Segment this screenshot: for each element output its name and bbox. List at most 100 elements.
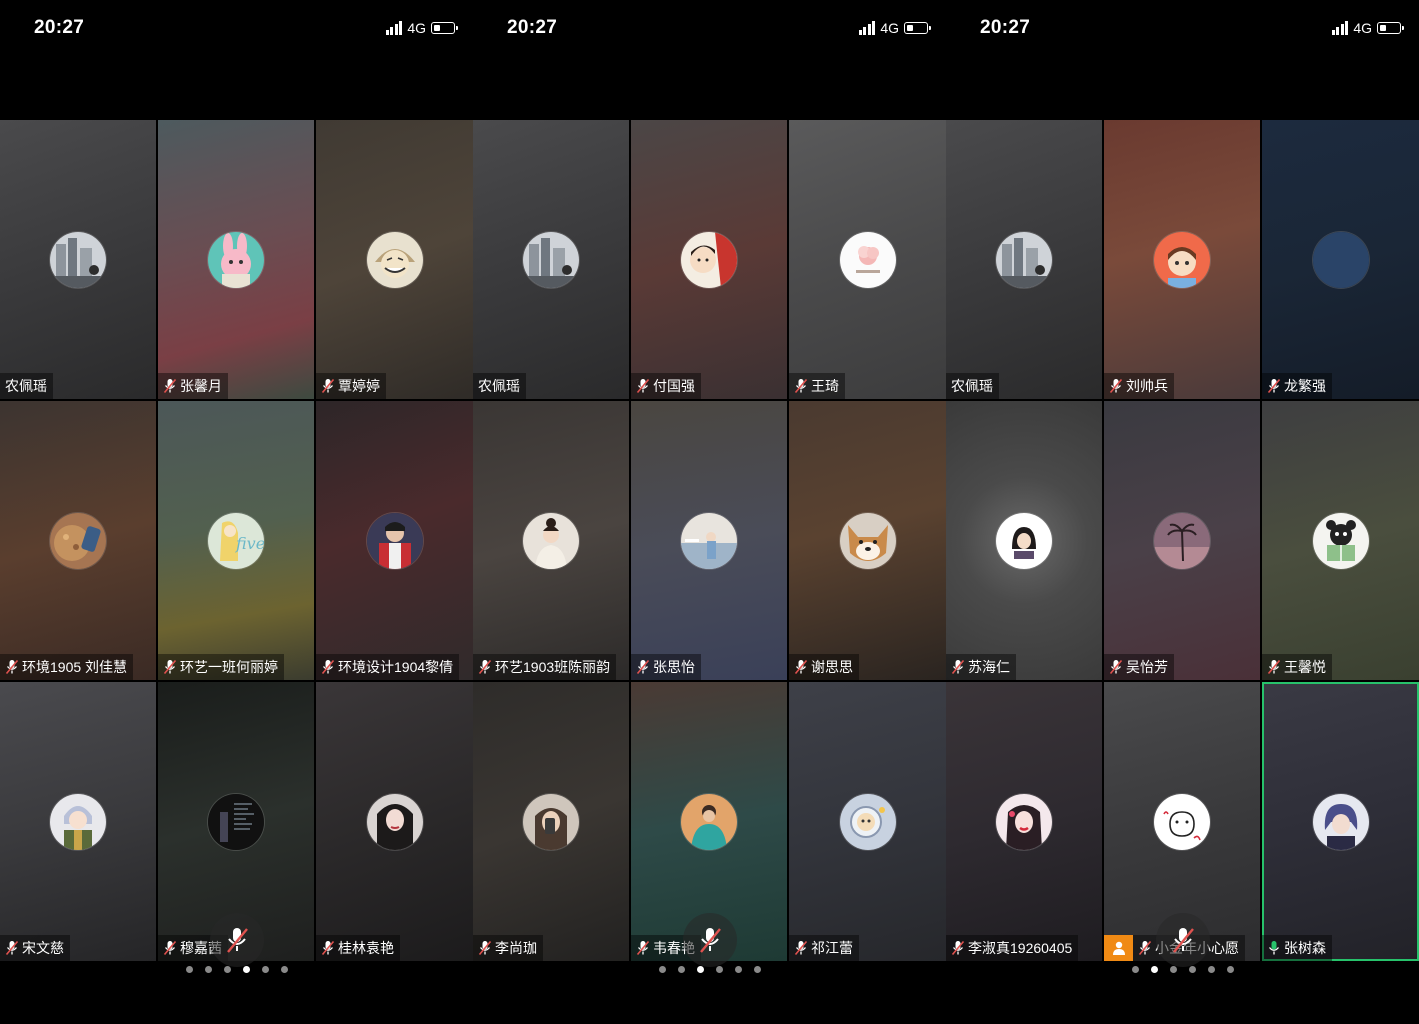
participant-tile[interactable]: 苏海仁 (946, 401, 1102, 680)
avatar (681, 793, 737, 850)
mic-muted-icon (1109, 378, 1123, 394)
participant-tile[interactable]: 农佩瑶 (946, 120, 1102, 399)
participant-tile[interactable]: 李尚珈 (473, 682, 629, 961)
mic-muted-icon (163, 940, 177, 956)
svg-text:five: five (235, 534, 264, 553)
participant-tile[interactable]: 王琦 (789, 120, 946, 399)
participant-name-label: 张树森 (1262, 935, 1332, 961)
avatar (1312, 512, 1369, 569)
status-time: 20:27 (507, 17, 558, 38)
avatar (996, 793, 1052, 850)
avatar (50, 231, 106, 288)
avatar (208, 793, 264, 850)
page-dot-active[interactable] (1150, 966, 1158, 973)
battery-icon (904, 22, 931, 34)
mic-muted-icon (1109, 659, 1123, 675)
participant-tile[interactable]: 农佩瑶 (473, 120, 629, 399)
participant-tile[interactable]: 环艺1903班陈丽韵 (473, 401, 629, 680)
page-dot[interactable] (677, 966, 685, 973)
page-dot[interactable] (715, 966, 723, 973)
participant-grid: 农佩瑶 付国强 王琦 环艺1903班陈丽韵 张思怡 谢思思 李尚珈 韦春艳 祁江… (473, 120, 946, 961)
network-type: 4G (1353, 20, 1372, 36)
signal-icon (858, 21, 876, 35)
participant-tile[interactable]: five 环艺一班何丽婷 (158, 401, 314, 680)
participant-name-label: 谢思思 (789, 654, 859, 680)
mute-toggle-button[interactable] (210, 913, 264, 967)
participant-name: 覃婷婷 (338, 378, 380, 394)
page-indicator (946, 966, 1419, 973)
page-dot[interactable] (1169, 966, 1177, 973)
mute-toggle-button[interactable] (1156, 913, 1210, 967)
participant-tile[interactable]: 吴怡芳 (1104, 401, 1260, 680)
page-dot[interactable] (223, 966, 231, 973)
page-dot-active[interactable] (696, 966, 704, 973)
avatar (366, 512, 423, 569)
mic-muted-icon (951, 940, 965, 956)
participant-tile-active-speaker[interactable]: 张树森 (1262, 682, 1419, 961)
participant-tile[interactable]: 张思怡 (631, 401, 787, 680)
participant-name-label: 龙繁强 (1262, 373, 1332, 399)
page-dot[interactable] (185, 966, 193, 973)
participant-name-label: 付国强 (631, 373, 701, 399)
page-dot[interactable] (261, 966, 269, 973)
participant-tile[interactable]: 农佩瑶 (0, 120, 156, 399)
participant-name-label: 环境1905 刘佳慧 (0, 654, 134, 680)
status-indicators: 4G (385, 20, 458, 36)
participant-tile[interactable]: 环境设计1904黎倩 (316, 401, 473, 680)
avatar (1312, 231, 1369, 288)
participant-name: 李尚珈 (495, 940, 537, 956)
participant-name-label: 桂林袁艳 (316, 935, 400, 961)
mic-muted-icon (794, 378, 808, 394)
page-dot-active[interactable] (242, 966, 250, 973)
participant-tile[interactable]: 宋文慈 (0, 682, 156, 961)
participant-name-label: 宋文慈 (0, 935, 70, 961)
participant-tile[interactable]: 刘帅兵 (1104, 120, 1260, 399)
participant-name: 龙繁强 (1284, 378, 1326, 394)
mic-muted-icon (636, 378, 650, 394)
page-indicator (0, 966, 473, 973)
participant-name-label: 环艺一班何丽婷 (158, 654, 284, 680)
participant-name-label: 李淑真19260405 (946, 935, 1079, 961)
participant-name: 李淑真19260405 (968, 940, 1073, 956)
avatar (1154, 231, 1210, 288)
participant-name-label: 王馨悦 (1262, 654, 1332, 680)
page-dot[interactable] (734, 966, 742, 973)
avatar (839, 793, 896, 850)
participant-tile[interactable]: 张馨月 (158, 120, 314, 399)
participant-tile[interactable]: 付国强 (631, 120, 787, 399)
avatar (208, 231, 264, 288)
participant-tile[interactable]: 桂林袁艳 (316, 682, 473, 961)
participant-name: 祁江蕾 (811, 940, 853, 956)
phone-screen-2: 20:27 4G 农佩瑶 付国强 王琦 环艺1903班陈丽韵 张思怡 谢思思 李… (473, 0, 946, 1024)
participant-tile[interactable]: 谢思思 (789, 401, 946, 680)
page-dot[interactable] (1207, 966, 1215, 973)
participant-name-label: 王琦 (789, 373, 845, 399)
page-dot[interactable] (753, 966, 761, 973)
participant-tile[interactable]: 龙繁强 (1262, 120, 1419, 399)
page-dot[interactable] (1131, 966, 1139, 973)
mic-muted-icon (700, 928, 721, 953)
page-dot[interactable] (204, 966, 212, 973)
participant-name: 宋文慈 (22, 940, 64, 956)
participant-tile[interactable]: 祁江蕾 (789, 682, 946, 961)
page-dot[interactable] (280, 966, 288, 973)
avatar (1154, 793, 1210, 850)
page-dot[interactable] (658, 966, 666, 973)
participant-tile[interactable]: 王馨悦 (1262, 401, 1419, 680)
avatar (523, 512, 579, 569)
participant-tile[interactable]: 环境1905 刘佳慧 (0, 401, 156, 680)
participant-name-label: 环境设计1904黎倩 (316, 654, 460, 680)
page-dot[interactable] (1188, 966, 1196, 973)
participant-tile[interactable]: 覃婷婷 (316, 120, 473, 399)
participant-name-label: 农佩瑶 (473, 373, 526, 399)
participant-name: 农佩瑶 (478, 378, 520, 394)
participant-name-label: 张思怡 (631, 654, 701, 680)
participant-tile[interactable]: 李淑真19260405 (946, 682, 1102, 961)
mute-toggle-button[interactable] (683, 913, 737, 967)
status-bar: 20:27 4G (473, 0, 946, 56)
participant-name: 王琦 (811, 378, 839, 394)
mic-muted-icon (794, 659, 808, 675)
mic-muted-icon (163, 659, 177, 675)
page-dot[interactable] (1226, 966, 1234, 973)
mic-muted-icon (636, 940, 650, 956)
